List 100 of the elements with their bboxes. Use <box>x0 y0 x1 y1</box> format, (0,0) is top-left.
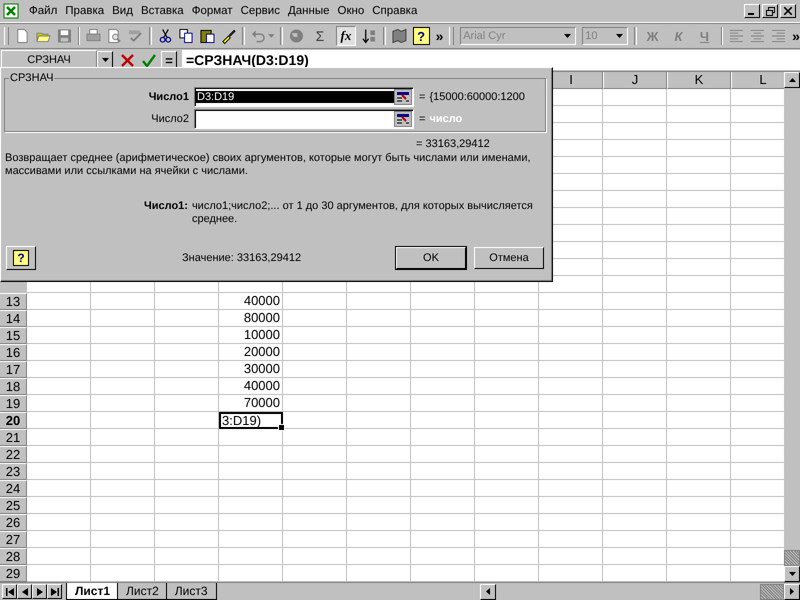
restore-button[interactable] <box>762 4 778 18</box>
row-header[interactable]: 14 <box>0 310 27 327</box>
row-header[interactable]: 23 <box>0 463 27 480</box>
argument-field[interactable]: D3:D19 <box>194 87 414 107</box>
help-button[interactable]: ? <box>6 246 36 270</box>
cancel-icon[interactable] <box>121 54 134 66</box>
row-header[interactable]: 18 <box>0 378 27 395</box>
map-icon[interactable] <box>392 28 407 44</box>
formula-field[interactable]: =СРЗНАЧ(D3:D19) <box>182 50 800 70</box>
sheet-tab[interactable]: Лист3 <box>166 583 217 600</box>
help-button[interactable]: ? <box>412 27 430 45</box>
restore-icon <box>766 6 774 16</box>
row-header[interactable]: 21 <box>0 429 27 446</box>
row-header[interactable]: 25 <box>0 497 27 514</box>
down-arrow-icon <box>788 572 796 576</box>
print-preview-icon[interactable] <box>107 28 122 44</box>
row-header[interactable]: 27 <box>0 531 27 548</box>
dialog-button[interactable]: OK <box>396 247 466 269</box>
next-sheet-button[interactable] <box>32 584 47 599</box>
brush-icon[interactable] <box>220 28 236 44</box>
scroll-up-button[interactable] <box>784 72 800 88</box>
row-header[interactable]: 17 <box>0 361 27 378</box>
table-cell: 80000 <box>219 310 283 327</box>
close-icon <box>784 7 792 15</box>
row-header[interactable]: 26 <box>0 514 27 531</box>
close-button[interactable] <box>780 4 796 18</box>
caret-icon <box>102 58 108 62</box>
menu-item[interactable]: Файл <box>25 5 62 17</box>
menu-item[interactable]: Справка <box>368 5 422 17</box>
row-header[interactable]: 22 <box>0 446 27 463</box>
left-arrow-icon <box>22 588 28 596</box>
scroll-thumb[interactable] <box>784 550 800 566</box>
table-cell: 3:D19) <box>219 412 283 429</box>
table-cell: 40000 <box>219 293 283 310</box>
argument-field[interactable] <box>194 109 414 129</box>
right-arrow-icon <box>36 588 42 596</box>
last-icon <box>50 588 58 596</box>
function-button[interactable]: fx <box>336 26 356 46</box>
menu-item[interactable]: Сервис <box>236 5 284 17</box>
sheet-tab[interactable]: Лист2 <box>117 583 168 600</box>
copy-icon[interactable] <box>179 28 194 44</box>
table-cell: 40000 <box>219 378 283 395</box>
column-header[interactable]: J <box>603 72 667 89</box>
sort-icon[interactable] <box>362 28 377 44</box>
table-cell: 20000 <box>219 344 283 361</box>
sheet-tab[interactable]: Лист1 <box>66 583 120 600</box>
argument-help-text: число1;число2;... от 1 до 30 аргументов, для которых вычисляется среднее. <box>192 200 534 226</box>
collapse-dialog-icon[interactable] <box>394 111 412 127</box>
up-arrow-icon <box>788 78 796 82</box>
argument-result: {15000:60000:1200 <box>429 91 525 103</box>
row-header[interactable]: 24 <box>0 480 27 497</box>
row-header[interactable]: 29 <box>0 565 27 582</box>
menu-item[interactable]: Окно <box>334 5 368 17</box>
row-header[interactable]: 16 <box>0 344 27 361</box>
more-button[interactable]: » <box>792 29 800 43</box>
argument-result: число <box>429 113 462 125</box>
value-label: Значение: <box>182 252 234 264</box>
scissors-icon[interactable] <box>158 28 174 44</box>
previous-sheet-button[interactable] <box>17 584 32 599</box>
menu-item[interactable]: Формат <box>188 5 237 17</box>
row-header[interactable]: 13 <box>0 293 27 310</box>
row-header[interactable]: 28 <box>0 548 27 565</box>
last-sheet-button[interactable] <box>47 584 62 599</box>
dialog-button[interactable]: Отмена <box>474 247 544 269</box>
row-header[interactable]: 20 <box>0 412 27 429</box>
minimize-button[interactable] <box>744 4 760 18</box>
function-description: Возвращает среднее (арифметическое) своих аргументов, которые могут быть числами или именами, массивами или ссылками на ячейки с числами. <box>5 152 532 178</box>
argument-label: Число1 <box>148 91 190 103</box>
equals-sign: = <box>419 113 426 125</box>
save-icon[interactable] <box>56 28 72 44</box>
row-header[interactable]: 15 <box>0 327 27 344</box>
new-file-icon[interactable] <box>14 28 30 44</box>
column-header[interactable]: L <box>731 72 784 89</box>
scroll-down-button[interactable] <box>784 566 800 582</box>
left-arrow-icon <box>486 588 490 595</box>
column-header[interactable]: K <box>667 72 731 89</box>
table-cell: 10000 <box>219 327 283 344</box>
clipboard-icon[interactable] <box>200 28 215 44</box>
menu-item[interactable]: Правка <box>61 5 108 17</box>
formula-result: = 33163,29412 <box>416 138 491 150</box>
menu-item[interactable]: Вставка <box>136 5 188 17</box>
row-header[interactable]: 19 <box>0 395 27 412</box>
menu-item[interactable]: Данные <box>284 5 334 17</box>
group-title: СРЗНАЧ <box>9 72 54 84</box>
argument-label: Число2 <box>150 113 190 125</box>
menu-item[interactable]: Вид <box>108 5 137 17</box>
first-sheet-button[interactable] <box>2 584 17 599</box>
table-cell: 30000 <box>219 361 283 378</box>
right-arrow-icon <box>790 588 794 595</box>
excel-logo-icon[interactable] <box>3 3 19 19</box>
value-text: 33163,29412 <box>236 252 302 264</box>
argument-help-label: Число1: <box>144 200 188 214</box>
scroll-thumb[interactable] <box>760 584 784 600</box>
scroll-left-button[interactable] <box>480 584 496 600</box>
table-cell: 70000 <box>219 395 283 412</box>
scroll-right-button[interactable] <box>784 584 800 600</box>
printer-icon[interactable] <box>86 28 102 44</box>
more-button[interactable]: » <box>436 29 444 43</box>
check-icon[interactable] <box>142 54 156 66</box>
collapse-dialog-icon[interactable] <box>394 89 412 105</box>
